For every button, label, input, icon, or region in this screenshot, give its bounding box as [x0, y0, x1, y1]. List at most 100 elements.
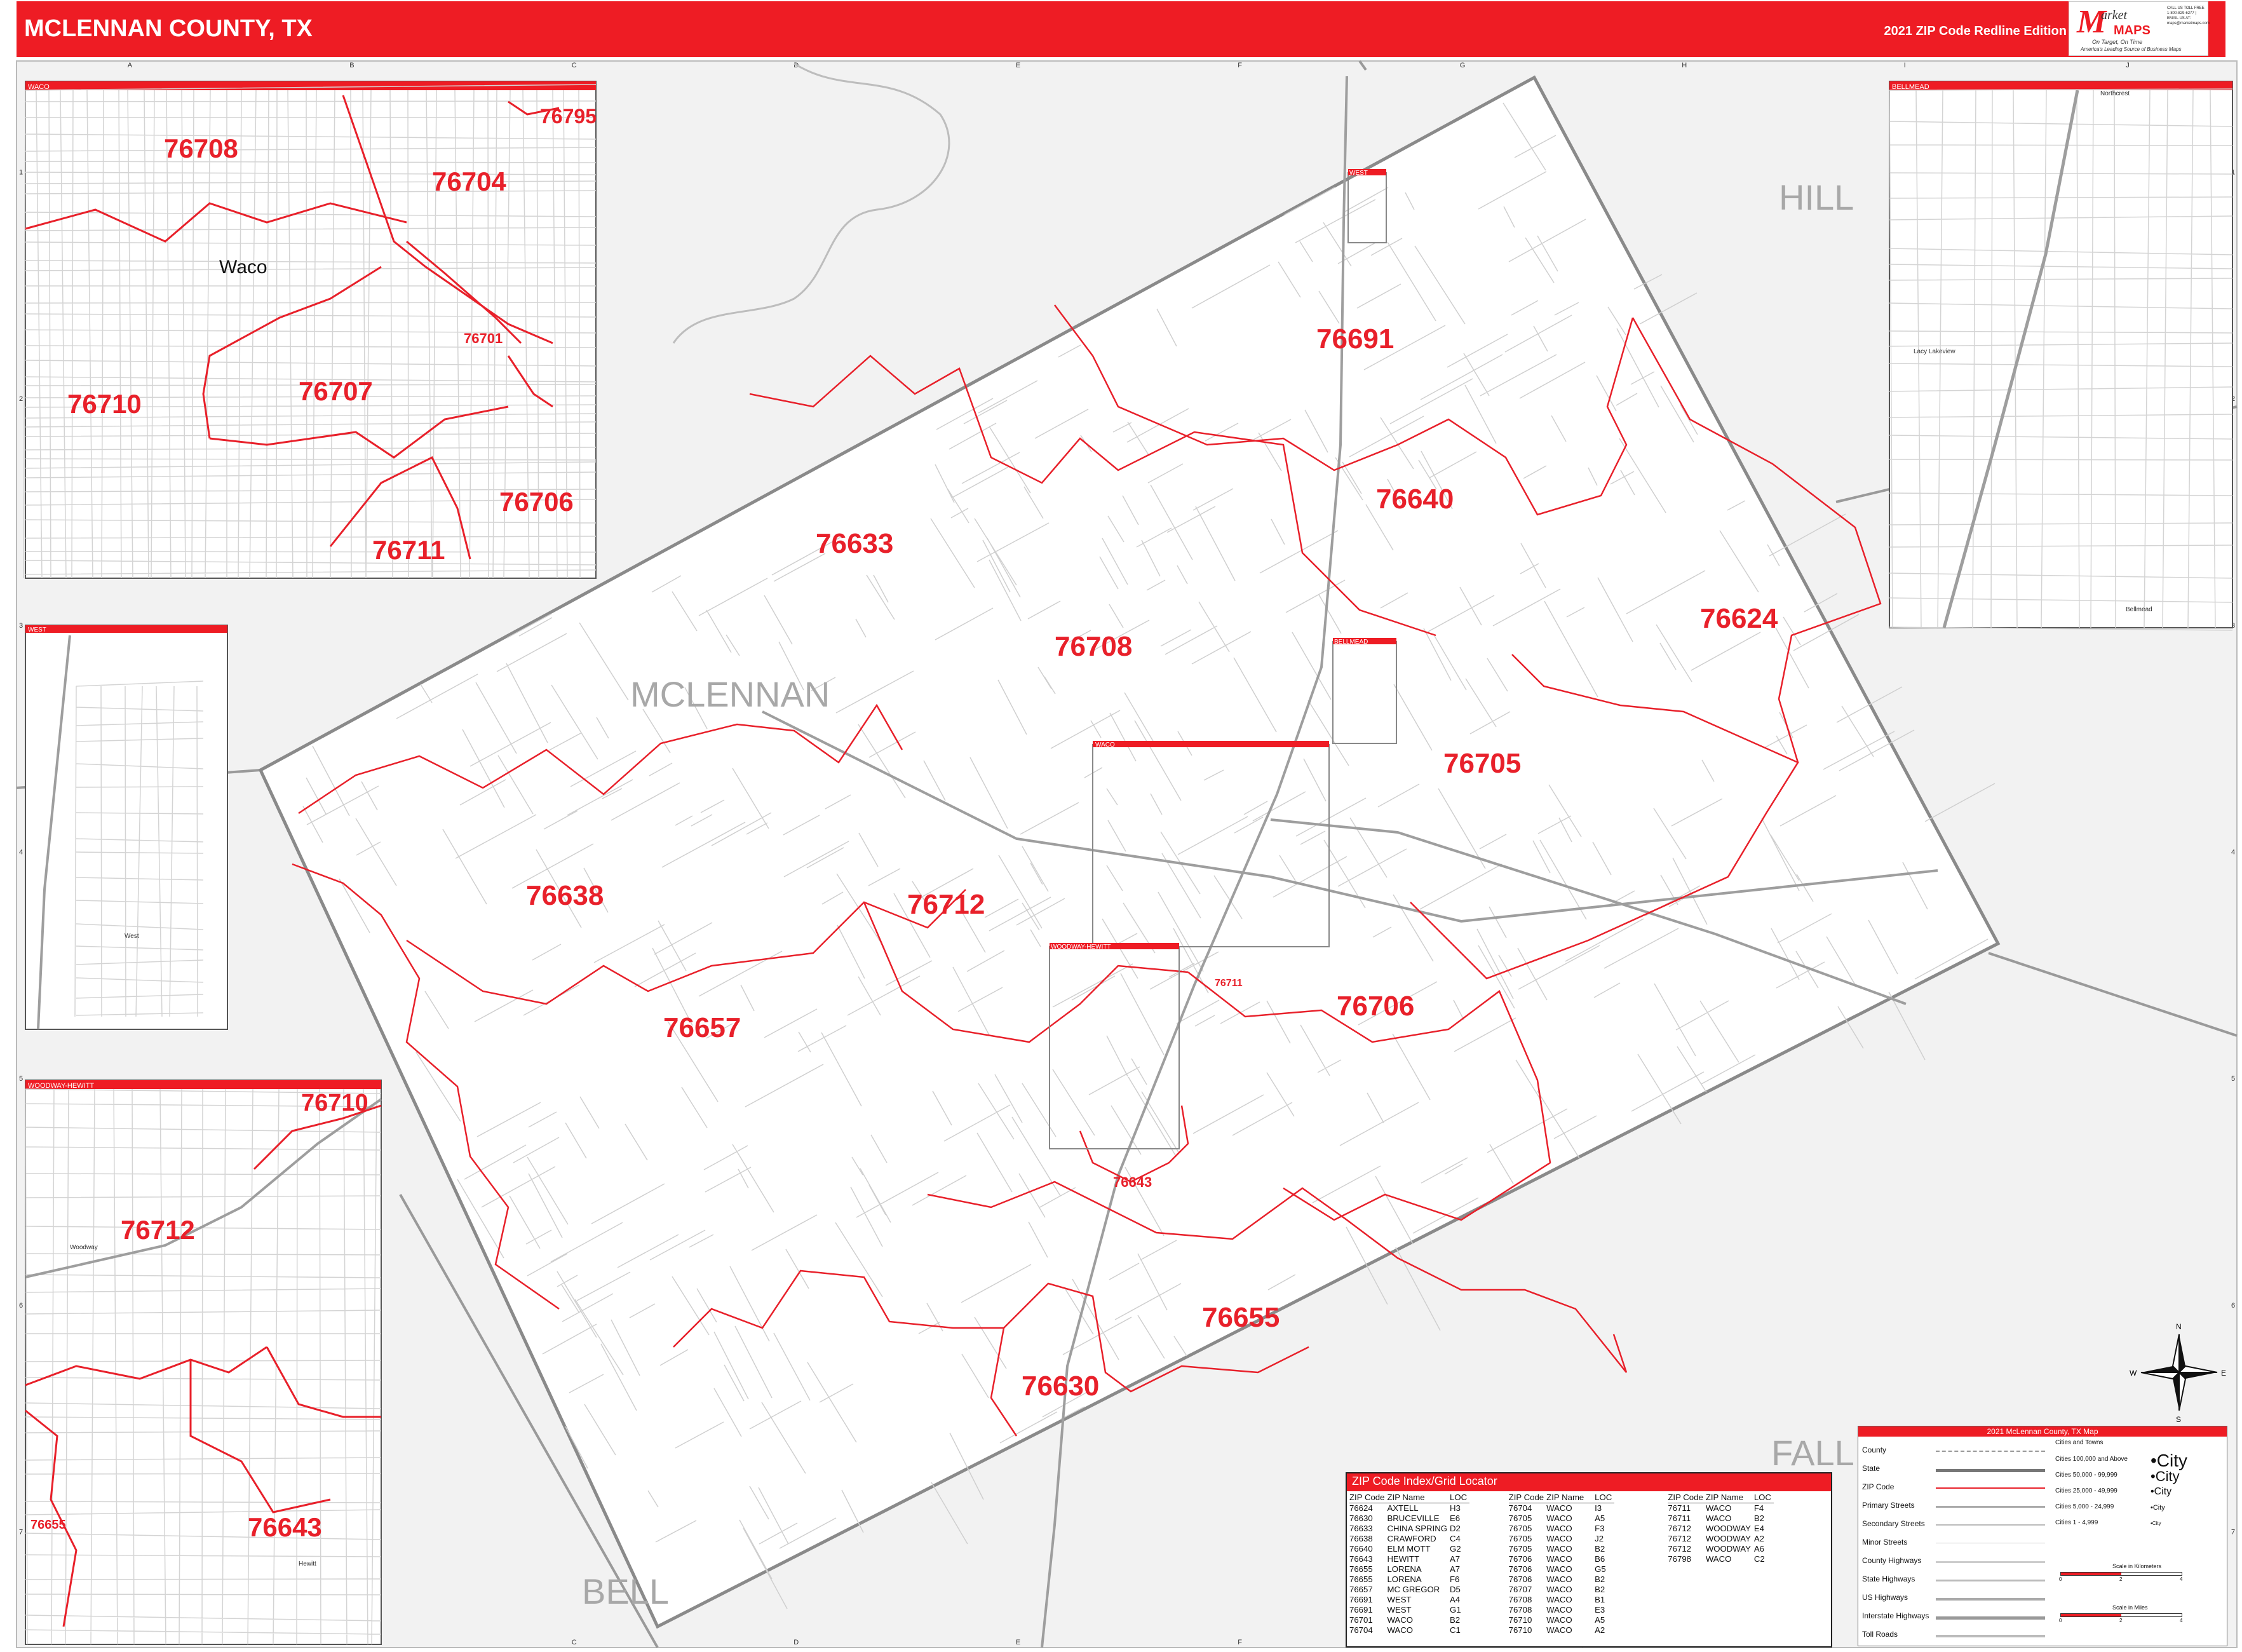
woodway-zip-76712: 76712 [121, 1215, 195, 1245]
zip-index-cell: 76707 [1508, 1585, 1532, 1594]
legend-item: County [1862, 1446, 1887, 1454]
table-row: 76643 HEWITT A7 [1349, 1554, 1469, 1564]
zip-label-76624: 76624 [1700, 603, 1778, 634]
table-row: 76712 WOODWAY E4 [1668, 1524, 1774, 1534]
legend-symbol [1936, 1487, 2045, 1489]
grid-col-A-top: A [128, 62, 133, 69]
zip-index-cell: 76708 [1508, 1595, 1532, 1604]
table-row: 76706 WACO B6 [1509, 1554, 1615, 1564]
table-row: 76630 BRUCEVILLE E6 [1349, 1513, 1469, 1524]
hewitt-place-label: Hewitt [299, 1561, 316, 1567]
zip-index-cell: 76705 [1508, 1513, 1532, 1523]
waco-zip-76708: 76708 [164, 133, 238, 163]
legend-symbol [1936, 1469, 2045, 1472]
zip-index-cell: F3 [1595, 1524, 1605, 1533]
zip-index-cell: WACO [1546, 1625, 1572, 1635]
zip-index-cell: WACO [1546, 1585, 1572, 1594]
legend-symbol [1936, 1561, 2045, 1563]
zip-index-cell: B1 [1595, 1595, 1605, 1604]
zip-index-cell: B2 [1595, 1544, 1605, 1554]
bellmead-inset[interactable]: BELLMEAD Northcrest Lacy Lakeview Bellme… [1889, 81, 2233, 631]
zip-index-cell: AXTELL [1387, 1503, 1419, 1513]
zip-index-cell: A2 [1595, 1625, 1605, 1635]
zip-index-cell: HEWITT [1387, 1554, 1420, 1564]
zip-index-cell: BRUCEVILLE [1387, 1513, 1440, 1523]
table-row: 76710 WACO A5 [1509, 1615, 1615, 1625]
legend-city-sample: •City [2151, 1503, 2165, 1512]
legend-scale-tick: 0 [2059, 1576, 2062, 1582]
zip-index-header: LOC [1450, 1493, 1470, 1503]
waco-zip-76707: 76707 [299, 376, 373, 406]
legend-scale-km: Scale in Kilometers [2112, 1563, 2162, 1569]
table-row: 76705 WACO B2 [1509, 1544, 1615, 1554]
map-legend: 2021 McLennan County, TX Map County State… [1858, 1426, 2227, 1646]
table-row: 76624 AXTELL H3 [1349, 1503, 1469, 1514]
zip-index-cell: A6 [1753, 1544, 1764, 1554]
zip-index-cell: 76712 [1668, 1534, 1692, 1543]
zip-index-cell: C4 [1450, 1534, 1461, 1543]
table-row: 76712 WOODWAY A2 [1668, 1534, 1774, 1544]
legend-city-sample: •City [2151, 1520, 2161, 1526]
zip-index-cell: WACO [1705, 1513, 1732, 1523]
zip-label-76708: 76708 [1055, 631, 1132, 662]
table-row: 76704 WACO C1 [1349, 1625, 1469, 1635]
northcrest-label: Northcrest [2100, 90, 2130, 97]
waco-zip-76795: 76795 [540, 105, 597, 128]
grid-row-7-right: 7 [2231, 1529, 2235, 1536]
zip-label-76691: 76691 [1316, 323, 1394, 355]
zip-index-cell: LORENA [1387, 1574, 1422, 1584]
zip-index-cell: WACO [1705, 1503, 1732, 1513]
waco-zip-76704: 76704 [432, 166, 506, 196]
zip-index-cell: 76657 [1349, 1585, 1373, 1594]
zip-index-cell: G5 [1595, 1564, 1606, 1574]
legend-item: State Highways [1862, 1574, 1915, 1583]
compass-n: N [2176, 1322, 2182, 1331]
west-inset[interactable]: WEST West [25, 625, 228, 1030]
zip-index-cell: E3 [1595, 1605, 1605, 1615]
table-row: 76712 WOODWAY A6 [1668, 1544, 1774, 1554]
zip-index-cell: B2 [1753, 1513, 1764, 1523]
zip-index-cell: WACO [1546, 1544, 1572, 1554]
zip-index-header: ZIP Code [1668, 1493, 1706, 1503]
zip-index-cell: WACO [1387, 1625, 1414, 1635]
woodway-inset-title: WOODWAY-HEWITT [28, 1082, 94, 1090]
legend-symbol [1936, 1580, 2045, 1581]
zip-index-cell: H3 [1450, 1503, 1461, 1513]
zip-index-cell: 76655 [1349, 1574, 1373, 1584]
zip-index-cell: 76691 [1349, 1595, 1373, 1604]
legend-symbol [1936, 1524, 2045, 1526]
zip-label-76643: 76643 [1113, 1174, 1152, 1190]
legend-scale-tick: 4 [2180, 1618, 2183, 1623]
legend-city-range: Cities 25,000 - 49,999 [2055, 1487, 2117, 1494]
table-row: 76655 LORENA F6 [1349, 1574, 1469, 1585]
grid-row-5-left: 5 [19, 1075, 23, 1083]
county-map[interactable]: AABBCCDDEEFFGGHHIIJJ 11223344556677 [0, 0, 2242, 1652]
zip-label-76655: 76655 [1202, 1302, 1280, 1333]
woodway-hewitt-inset[interactable]: WOODWAY-HEWITT 76710 76712 76643 76655 W… [25, 1080, 382, 1645]
waco-inset[interactable]: WACO Waco 76708 76704 76795 76710 76707 … [23, 81, 597, 579]
county-label: MCLENNAN [630, 674, 830, 714]
zip-label-76630: 76630 [1022, 1371, 1099, 1402]
legend-title: 2021 McLennan County, TX Map [1858, 1426, 2227, 1437]
waco-zip-76711: 76711 [372, 535, 445, 565]
zip-label-76705: 76705 [1443, 748, 1521, 779]
zip-index-cell: 76655 [1349, 1564, 1373, 1574]
waco-zip-76710: 76710 [67, 389, 142, 419]
grid-row-3-left: 3 [19, 622, 23, 630]
table-row: 76657 MC GREGOR D5 [1349, 1585, 1469, 1595]
grid-row-4-left: 4 [19, 849, 23, 856]
legend-city-sample: •City [2151, 1468, 2180, 1484]
zip-index-cell: A7 [1450, 1564, 1461, 1574]
zip-index-cell: 76711 [1668, 1513, 1691, 1523]
zip-index-cell: 76711 [1668, 1503, 1691, 1513]
zip-index-cell: A7 [1450, 1554, 1461, 1564]
legend-item: Primary Streets [1862, 1501, 1915, 1510]
legend-item: Secondary Streets [1862, 1519, 1925, 1528]
woodway-zip-76655: 76655 [30, 1518, 66, 1532]
zip-index-cell: E4 [1753, 1524, 1764, 1533]
grid-row-6-right: 6 [2231, 1302, 2235, 1310]
woodway-place-label: Woodway [70, 1244, 98, 1251]
zip-index-cell: WACO [1387, 1615, 1414, 1625]
zip-index-cell: 76712 [1668, 1524, 1692, 1533]
legend-city-range: Cities 50,000 - 99,999 [2055, 1472, 2117, 1479]
